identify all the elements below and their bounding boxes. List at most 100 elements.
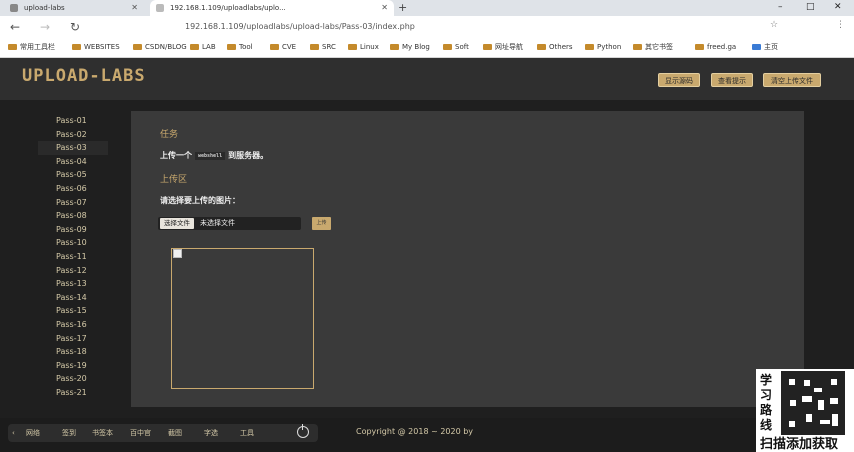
tool-taskbar — [8, 424, 318, 442]
close-window-button[interactable]: ✕ — [834, 2, 842, 12]
show-source-button[interactable]: 显示源码 — [658, 73, 700, 87]
qr-code-icon — [781, 371, 845, 435]
task-description: 上传一个 webshell 到服务器。 — [160, 150, 268, 161]
bookmark-item[interactable]: CVE — [270, 41, 296, 53]
bookmark-item[interactable]: 网址导航 — [483, 41, 523, 53]
folder-icon — [633, 44, 642, 50]
copyright-text: Copyright @ 2018 ~ 2020 by — [356, 427, 474, 436]
folder-icon — [585, 44, 594, 50]
folder-icon — [227, 44, 236, 50]
folder-icon — [72, 44, 81, 50]
sidebar-item-pass-15[interactable]: Pass-15 — [38, 304, 108, 318]
tool-item[interactable]: 签到 — [62, 428, 76, 438]
sidebar-item-pass-17[interactable]: Pass-17 — [38, 332, 108, 346]
close-tab-icon[interactable]: ✕ — [381, 0, 388, 16]
folder-icon — [443, 44, 452, 50]
folder-icon — [390, 44, 399, 50]
folder-icon — [752, 44, 761, 50]
sidebar-item-pass-14[interactable]: Pass-14 — [38, 291, 108, 305]
folder-icon — [695, 44, 704, 50]
sidebar-item-pass-08[interactable]: Pass-08 — [38, 209, 108, 223]
back-icon[interactable]: ← — [10, 20, 20, 34]
sidebar-item-pass-11[interactable]: Pass-11 — [38, 250, 108, 264]
choose-file-button[interactable]: 选择文件 — [160, 218, 194, 229]
sidebar-item-pass-05[interactable]: Pass-05 — [38, 168, 108, 182]
sidebar-item-pass-06[interactable]: Pass-06 — [38, 182, 108, 196]
bookmark-item[interactable]: 常用工具栏 — [8, 41, 55, 53]
sidebar-item-pass-20[interactable]: Pass-20 — [38, 372, 108, 386]
sidebar-item-pass-16[interactable]: Pass-16 — [38, 318, 108, 332]
sidebar-item-pass-19[interactable]: Pass-19 — [38, 359, 108, 373]
maximize-button[interactable]: □ — [806, 2, 815, 12]
upload-area-heading: 上传区 — [160, 175, 188, 185]
bookmark-item[interactable]: Linux — [348, 41, 379, 53]
tool-item[interactable]: 网络 — [26, 428, 40, 438]
folder-icon — [483, 44, 492, 50]
task-heading: 任务 — [160, 130, 179, 140]
bookmark-item[interactable]: My Blog — [390, 41, 430, 53]
browser-tab-bar: upload-labs ✕ 192.168.1.109/uploadlabs/u… — [0, 0, 854, 16]
bookmarks-bar: 常用工具栏 WEBSITES CSDN/BLOG LAB Tool CVE SR… — [0, 38, 854, 58]
site-logo[interactable]: UPLOAD-LABS — [22, 66, 146, 86]
bookmark-item[interactable]: CSDN/BLOG — [133, 41, 187, 53]
task-code: webshell — [195, 151, 226, 160]
folder-icon — [270, 44, 279, 50]
folder-icon — [537, 44, 546, 50]
tab-favicon-icon — [156, 4, 164, 12]
folder-icon — [310, 44, 319, 50]
promo-bottom-text: 扫描添加获取 — [760, 437, 839, 452]
taskbar-prev-icon[interactable]: ‹ — [12, 428, 15, 438]
promo-vertical-text: 学习路线 — [760, 373, 773, 432]
tab-favicon-icon — [10, 4, 18, 12]
sidebar-item-pass-18[interactable]: Pass-18 — [38, 345, 108, 359]
bookmark-item[interactable]: 其它书签 — [633, 41, 673, 53]
upload-button[interactable]: 上传 — [312, 217, 331, 230]
bookmark-item[interactable]: Soft — [443, 41, 469, 53]
tool-item[interactable]: 百中官 — [130, 428, 151, 438]
folder-icon — [190, 44, 199, 50]
pass-sidebar: Pass-01 Pass-02 Pass-03 Pass-04 Pass-05 … — [38, 114, 108, 399]
task-suffix: 到服务器。 — [228, 151, 269, 160]
upload-prompt: 请选择要上传的图片： — [160, 196, 240, 205]
folder-icon — [133, 44, 142, 50]
bookmark-item[interactable]: freed.ga — [695, 41, 736, 53]
bookmark-item[interactable]: LAB — [190, 41, 216, 53]
power-icon[interactable] — [297, 424, 309, 438]
bookmark-item[interactable]: Others — [537, 41, 573, 53]
tool-item[interactable]: 书签本 — [92, 428, 113, 438]
tool-item[interactable]: 工具 — [240, 428, 254, 438]
tab-label: 192.168.1.109/uploadlabs/uplo... — [170, 4, 286, 12]
sidebar-item-pass-04[interactable]: Pass-04 — [38, 155, 108, 169]
sidebar-item-pass-07[interactable]: Pass-07 — [38, 196, 108, 210]
clear-uploads-button[interactable]: 清空上传文件 — [763, 73, 821, 87]
sidebar-item-pass-12[interactable]: Pass-12 — [38, 264, 108, 278]
menu-icon[interactable]: ⋮ — [836, 20, 845, 30]
browser-tab-1[interactable]: upload-labs ✕ — [4, 0, 144, 16]
sidebar-item-pass-13[interactable]: Pass-13 — [38, 277, 108, 291]
no-file-label: 未选择文件 — [200, 219, 235, 227]
browser-tab-2[interactable]: 192.168.1.109/uploadlabs/uplo... ✕ — [150, 0, 394, 16]
bookmark-item[interactable]: WEBSITES — [72, 41, 120, 53]
image-preview-frame — [171, 248, 314, 389]
task-prefix: 上传一个 — [160, 151, 192, 160]
sidebar-item-pass-10[interactable]: Pass-10 — [38, 236, 108, 250]
sidebar-item-pass-01[interactable]: Pass-01 — [38, 114, 108, 128]
bookmark-item[interactable]: Python — [585, 41, 621, 53]
bookmark-item[interactable]: SRC — [310, 41, 336, 53]
bookmark-item[interactable]: Tool — [227, 41, 253, 53]
minimize-button[interactable]: – — [778, 2, 783, 12]
sidebar-item-pass-02[interactable]: Pass-02 — [38, 128, 108, 142]
sidebar-item-pass-03[interactable]: Pass-03 — [38, 141, 108, 155]
tool-item[interactable]: 字选 — [204, 428, 218, 438]
show-hint-button[interactable]: 查看提示 — [711, 73, 753, 87]
reload-icon[interactable]: ↻ — [70, 20, 80, 34]
url-text: 192.168.1.109/uploadlabs/upload-labs/Pas… — [185, 22, 415, 31]
bookmark-item[interactable]: 主页 — [752, 41, 778, 53]
forward-icon[interactable]: → — [40, 20, 50, 34]
sidebar-item-pass-09[interactable]: Pass-09 — [38, 223, 108, 237]
new-tab-button[interactable]: + — [398, 0, 407, 15]
close-tab-icon[interactable]: ✕ — [131, 0, 138, 16]
sidebar-item-pass-21[interactable]: Pass-21 — [38, 386, 108, 400]
star-icon[interactable]: ☆ — [770, 20, 778, 30]
tool-item[interactable]: 截图 — [168, 428, 182, 438]
